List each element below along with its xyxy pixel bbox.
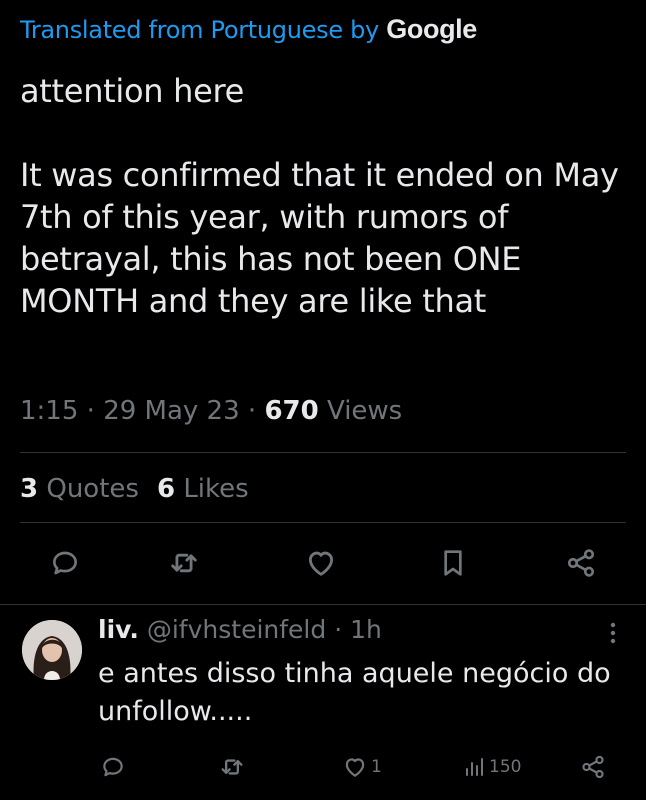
retweet-button[interactable]	[164, 543, 204, 583]
bookmark-icon	[444, 550, 462, 576]
reply-icon	[103, 757, 123, 777]
reply-author-handle[interactable]: @ifvhsteinfeld	[147, 615, 326, 644]
analytics-icon	[466, 758, 483, 776]
reply-icon	[53, 551, 77, 575]
reply-like-count: 1	[371, 757, 382, 777]
bookmark-button[interactable]	[433, 543, 473, 583]
more-options-button[interactable]	[603, 620, 623, 646]
likes-label: Likes	[183, 474, 249, 504]
tweet-text: attention here It was confirmed that it …	[20, 70, 635, 322]
quotes-count: 3	[20, 474, 39, 504]
meta-separator: ·	[247, 396, 257, 426]
reply-separator: ·	[334, 615, 343, 644]
kebab-icon	[610, 622, 616, 644]
tweet-meta: 1:15 · 29 May 23 · 670 Views	[20, 396, 402, 426]
avatar-photo	[22, 620, 82, 680]
heart-icon	[345, 758, 365, 777]
likes-count: 6	[156, 474, 176, 504]
reply-like-button[interactable]: 1	[342, 752, 382, 782]
reply-header: liv. @ifvhsteinfeld · 1h	[98, 615, 382, 644]
reply-retweet-button[interactable]	[218, 752, 246, 782]
reply-time[interactable]: 1h	[350, 615, 382, 644]
reply-views-button[interactable]: 150	[462, 752, 521, 782]
share-icon	[567, 549, 595, 577]
views-count: 670	[264, 396, 319, 426]
like-button[interactable]	[301, 543, 341, 583]
google-brand: Google	[386, 14, 477, 44]
quotes-label: Quotes	[46, 474, 139, 504]
tweet-stats: 3 Quotes 6 Likes	[20, 474, 249, 504]
reply-share-button[interactable]	[580, 752, 606, 782]
reply-text: e antes disso tinha aquele negócio do un…	[98, 658, 611, 727]
reply-reply-button[interactable]	[100, 752, 126, 782]
meta-separator: ·	[86, 396, 95, 426]
views-label: Views	[326, 396, 403, 426]
avatar[interactable]	[22, 620, 82, 680]
retweet-icon	[221, 759, 243, 775]
tweet-text-line-2: It was confirmed that it ended on May 7t…	[20, 156, 619, 320]
translation-prefix: Translated from Portuguese by	[20, 16, 379, 44]
heart-icon	[308, 551, 334, 576]
retweet-icon	[171, 553, 197, 573]
tweet-date[interactable]: 29 May 23	[103, 396, 239, 426]
likes-link[interactable]: 6 Likes	[157, 474, 249, 504]
quotes-link[interactable]: 3 Quotes	[20, 474, 139, 504]
divider	[0, 604, 646, 605]
translation-attribution[interactable]: Translated from Portuguese by Google	[20, 14, 477, 45]
reply-views-count: 150	[489, 757, 522, 777]
divider	[20, 452, 626, 453]
share-icon	[582, 755, 604, 779]
tweet-text-line-1: attention here	[20, 72, 245, 110]
divider	[20, 522, 626, 523]
tweet-time[interactable]: 1:15	[20, 396, 78, 426]
reply-author-name[interactable]: liv.	[98, 615, 139, 644]
share-button[interactable]	[561, 543, 601, 583]
reply-button[interactable]	[45, 543, 85, 583]
